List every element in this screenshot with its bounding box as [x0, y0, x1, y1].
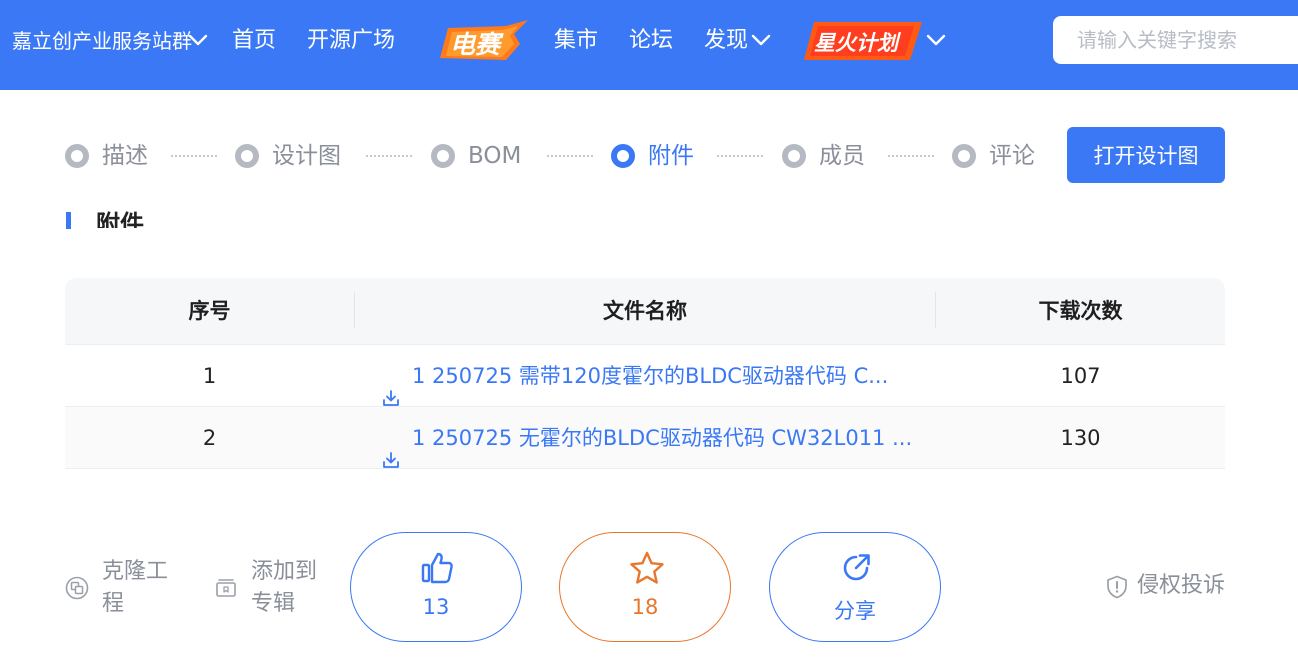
- step-connector: [888, 155, 934, 157]
- step-indicator: [782, 144, 806, 168]
- step-label: 描述: [102, 143, 148, 169]
- section-accent-bar: [66, 212, 71, 229]
- column-header-downloads: 下载次数: [1038, 299, 1123, 323]
- thumbs-up-icon: [420, 551, 454, 589]
- favorite-button[interactable]: 18: [559, 532, 731, 642]
- spark-plan-logo[interactable]: 星火计划: [804, 20, 924, 60]
- like-button[interactable]: 13: [350, 532, 522, 642]
- step-label: 设计图: [272, 143, 341, 169]
- nav-discover-dropdown[interactable]: 发现: [704, 25, 748, 57]
- step-connector: [547, 155, 593, 157]
- site-group-dropdown[interactable]: 嘉立创产业服务站群: [12, 25, 192, 57]
- section-title: 附件: [96, 210, 144, 228]
- step-connector: [717, 155, 763, 157]
- share-label: 分享: [834, 599, 876, 623]
- download-icon: [382, 431, 400, 493]
- step-connector: [171, 155, 217, 157]
- step-indicator: [431, 144, 455, 168]
- nav-forum-label: 论坛: [629, 28, 674, 53]
- nav-open-source-square-label: 开源广场: [307, 28, 396, 53]
- row-index: 2: [202, 426, 217, 450]
- nav-market-label: 集市: [554, 28, 599, 53]
- step-label: 成员: [819, 143, 865, 169]
- table-row: 1 1 250725 需带120度霍尔的BLDC驱动器代码 C... 107: [65, 344, 1225, 406]
- nav-forum-link[interactable]: 论坛: [629, 25, 673, 57]
- table-header: 序号 文件名称 下载次数: [65, 278, 1225, 344]
- chevron-down-icon[interactable]: [751, 33, 771, 47]
- favorite-count: 18: [631, 595, 659, 619]
- clone-project-label: 克隆工程: [102, 559, 169, 616]
- table-row: 2 1 250725 无霍尔的BLDC驱动器代码 CW32L011 ... 13…: [65, 406, 1225, 468]
- nav-home-label: 首页: [232, 28, 277, 53]
- nav-discover-label: 发现: [704, 28, 749, 53]
- column-header-index: 序号: [188, 299, 231, 323]
- download-count: 130: [1060, 426, 1101, 450]
- add-to-album-label: 添加到专辑: [251, 559, 318, 616]
- shield-icon: [1106, 575, 1128, 609]
- step-indicator: [952, 144, 976, 168]
- chevron-down-icon[interactable]: [188, 33, 208, 47]
- step-indicator: [235, 144, 259, 168]
- share-icon: [839, 551, 873, 589]
- open-design-button[interactable]: 打开设计图: [1067, 127, 1225, 183]
- column-header-file-name: 文件名称: [603, 299, 687, 323]
- file-name: 1 250725 无霍尔的BLDC驱动器代码 CW32L011 ...: [412, 426, 913, 450]
- clone-icon: [65, 576, 89, 610]
- attachments-table: 序号 文件名称 下载次数 1 1 250725 需带120度霍尔的BLDC驱动器…: [65, 278, 1225, 469]
- report-infringement-label: 侵权投诉: [1137, 573, 1226, 598]
- download-count: 107: [1060, 364, 1101, 388]
- step-label: BOM: [468, 143, 522, 169]
- site-group-label: 嘉立创产业服务站群: [12, 29, 192, 53]
- section-title-clip: 附件: [96, 190, 296, 228]
- step-label: 评论: [989, 143, 1035, 169]
- nav-market-link[interactable]: 集市: [554, 25, 598, 57]
- chevron-down-icon[interactable]: [926, 33, 946, 47]
- step-label: 附件: [648, 143, 694, 169]
- row-index: 1: [202, 364, 217, 388]
- top-navigation-bar: 嘉立创产业服务站群 首页 开源广场 电赛 集市 论坛 发现 星火计划: [0, 0, 1298, 90]
- like-count: 13: [422, 595, 450, 619]
- contest-logo-text: 电赛: [450, 30, 504, 59]
- album-icon: [214, 576, 238, 610]
- step-connector: [366, 155, 412, 157]
- contest-logo[interactable]: 电赛: [436, 20, 534, 60]
- nav-open-source-square-link[interactable]: 开源广场: [307, 25, 395, 57]
- share-button[interactable]: 分享: [769, 532, 941, 642]
- star-icon: [629, 551, 665, 589]
- step-indicator: [65, 144, 89, 168]
- search-input[interactable]: [1053, 16, 1298, 64]
- step-indicator: [611, 144, 635, 168]
- nav-home-link[interactable]: 首页: [232, 25, 276, 57]
- spark-plan-logo-text: 星火计划: [814, 31, 902, 55]
- file-name: 1 250725 需带120度霍尔的BLDC驱动器代码 C...: [412, 364, 889, 388]
